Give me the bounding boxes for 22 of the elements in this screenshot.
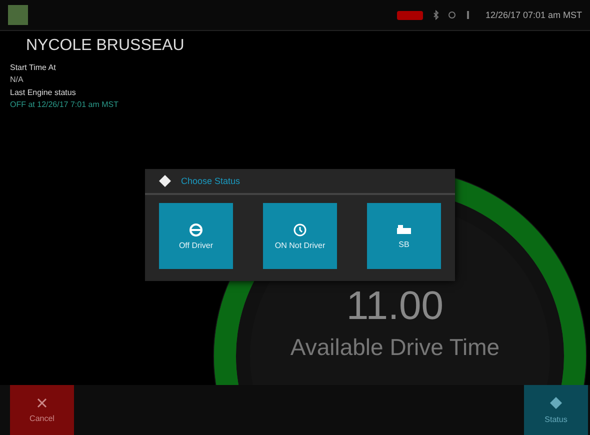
field-value: N/A <box>10 75 24 84</box>
status-option-button[interactable]: SB <box>367 203 441 269</box>
status-option-button[interactable]: Off Driver <box>159 203 233 269</box>
bluetooth-icon <box>431 10 442 20</box>
driver-name: NYCOLE BRUSSEAU <box>26 37 184 55</box>
bed-icon <box>396 224 412 236</box>
diamond-icon <box>550 396 562 408</box>
clock-icon <box>293 222 307 236</box>
field-label: Start Time At <box>10 63 56 72</box>
close-icon <box>37 398 47 408</box>
field-label: Last Engine status <box>10 88 76 97</box>
battery-icon <box>397 10 424 20</box>
cancel-button[interactable]: Cancel <box>10 385 74 435</box>
diamond-icon <box>159 175 171 187</box>
field-value: OFF at 12/26/17 7:01 am MST <box>10 100 118 109</box>
app-logo-icon <box>8 5 28 25</box>
drive-time-label: Available Drive Time <box>290 334 500 361</box>
dialog-title: Choose Status <box>181 176 240 186</box>
status-bar-time: 12/26/17 07:01 am MST <box>485 10 582 20</box>
status-option-button[interactable]: ON Not Driver <box>263 203 337 269</box>
drive-time-value: 11.00 <box>346 286 444 326</box>
status-button[interactable]: Status <box>524 385 588 435</box>
